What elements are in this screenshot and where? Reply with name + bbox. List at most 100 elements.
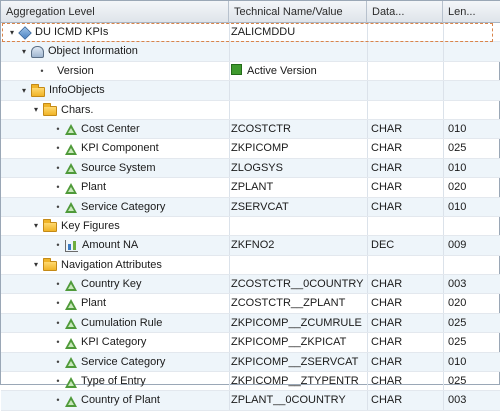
column-divider xyxy=(229,61,230,81)
row-label: Type of Entry xyxy=(81,375,146,388)
characteristic-icon xyxy=(65,143,77,155)
tree-row[interactable]: • KPI Component ZKPICOMP CHAR 025 xyxy=(1,139,500,159)
data-type-value xyxy=(371,42,443,61)
tree-row[interactable]: • Plant ZCOSTCTR__ZPLANT CHAR 020 xyxy=(1,294,500,314)
characteristic-icon xyxy=(65,202,77,214)
expand-arrow-icon[interactable]: ▾ xyxy=(31,260,41,270)
column-divider xyxy=(229,42,230,61)
column-divider xyxy=(443,100,444,119)
data-type-value xyxy=(371,62,443,81)
column-header-length[interactable]: Len... xyxy=(443,1,500,23)
column-divider xyxy=(443,61,444,81)
column-divider xyxy=(229,100,230,119)
column-divider xyxy=(367,23,368,42)
column-divider xyxy=(367,236,368,255)
tree-row[interactable]: • Country of Plant ZPLANT__0COUNTRY CHAR 003 xyxy=(1,391,500,411)
tree-row[interactable]: • Source System ZLOGSYS CHAR 010 xyxy=(1,158,500,179)
column-divider xyxy=(443,216,444,236)
expand-arrow-icon[interactable]: ▾ xyxy=(31,221,41,231)
tree-row[interactable]: ▾ Navigation Attributes xyxy=(1,255,500,276)
column-divider xyxy=(229,372,230,391)
length-value xyxy=(448,101,500,120)
object-information-icon xyxy=(31,45,44,58)
expand-arrow-icon[interactable]: ▾ xyxy=(19,86,29,96)
column-header-technical-name[interactable]: Technical Name/Value xyxy=(229,1,367,23)
technical-name-value: ZKFNO2 xyxy=(231,239,275,252)
length-value xyxy=(448,23,500,42)
tree-row[interactable]: • Cost Center ZCOSTCTR CHAR 010 xyxy=(1,119,500,140)
column-divider xyxy=(443,139,444,158)
leaf-bullet-icon: • xyxy=(56,317,60,328)
key-figure-icon xyxy=(65,239,78,252)
column-divider xyxy=(367,216,368,236)
column-divider xyxy=(443,42,444,61)
tree-row[interactable]: ▾ Chars. xyxy=(1,100,500,120)
column-divider xyxy=(367,158,368,178)
column-divider xyxy=(229,197,230,216)
technical-name-value: ZCOSTCTR xyxy=(231,122,291,135)
column-divider xyxy=(229,139,230,158)
data-type-value xyxy=(371,217,443,236)
data-type-value: CHAR xyxy=(371,394,403,407)
tree-row[interactable]: ▾ InfoObjects xyxy=(1,81,500,101)
length-value: 010 xyxy=(448,200,467,213)
technical-name-value: ZSERVCAT xyxy=(231,200,289,213)
length-value: 020 xyxy=(448,181,467,194)
technical-name-value: ZALICMDDU xyxy=(231,26,296,38)
data-type-value: CHAR xyxy=(371,122,403,135)
column-header-aggregation-level[interactable]: Aggregation Level xyxy=(1,1,229,23)
leaf-bullet-icon: • xyxy=(56,395,60,406)
data-type-value: CHAR xyxy=(371,297,403,310)
tree-row[interactable]: • Cumulation Rule ZKPICOMP__ZCUMRULE CHAR 02… xyxy=(1,313,500,334)
column-divider xyxy=(367,178,368,197)
row-label: Service Category xyxy=(81,355,166,368)
expand-arrow-icon[interactable]: ▾ xyxy=(31,105,41,115)
column-divider xyxy=(229,23,230,42)
tree-row[interactable]: • Country Key ZCOSTCTR__0COUNTRY CHAR 003 xyxy=(1,275,500,295)
column-divider xyxy=(443,352,444,372)
column-divider xyxy=(229,275,230,294)
aggregation-tree: Aggregation Level Technical Name/Value D… xyxy=(0,0,500,411)
technical-name-value: ZCOSTCTR__0COUNTRY xyxy=(231,278,364,291)
tree-row[interactable]: • Amount NA ZKFNO2 DEC 009 xyxy=(1,236,500,256)
length-value: 003 xyxy=(448,278,467,291)
technical-name-value: ZKPICOMP__ZCUMRULE xyxy=(231,316,362,329)
column-divider xyxy=(367,294,368,313)
column-divider xyxy=(443,236,444,255)
characteristic-icon xyxy=(65,298,77,310)
row-label: KPI Component xyxy=(81,142,159,155)
column-divider xyxy=(367,81,368,100)
characteristic-icon xyxy=(65,182,77,194)
column-divider xyxy=(367,275,368,294)
characteristic-icon xyxy=(65,337,77,349)
tree-row[interactable]: • Service Category ZKPICOMP__ZSERVCAT CHAR 0… xyxy=(1,352,500,373)
data-type-value: DEC xyxy=(371,239,395,252)
length-value xyxy=(448,256,500,275)
tree-row[interactable]: • Plant ZPLANT CHAR 020 xyxy=(1,178,500,198)
expand-arrow-icon[interactable]: ▾ xyxy=(19,47,29,57)
column-divider xyxy=(443,178,444,197)
folder-icon xyxy=(31,83,45,97)
length-value: 025 xyxy=(448,375,467,388)
length-value: 025 xyxy=(448,142,467,155)
tree-row[interactable]: • KPI Category ZKPICOMP__ZKPICAT CHAR 025 xyxy=(1,333,500,353)
row-label: InfoObjects xyxy=(49,84,105,97)
tree-row[interactable]: ▾ Object Information xyxy=(1,42,500,62)
column-divider xyxy=(229,294,230,313)
row-label: Cost Center xyxy=(81,122,140,135)
folder-icon xyxy=(43,219,57,233)
folder-icon xyxy=(43,258,57,272)
length-value: 010 xyxy=(448,122,467,135)
leaf-bullet-icon: • xyxy=(56,162,60,173)
tree-row[interactable]: • Version Active Version xyxy=(1,61,500,82)
column-divider xyxy=(367,61,368,81)
tree-row[interactable]: • Type of Entry ZKPICOMP__ZTYPENTR CHAR 025 xyxy=(1,372,500,392)
row-label: Plant xyxy=(81,297,107,310)
tree-row[interactable]: ▾ DU ICMD KPIs ZALICMDDU xyxy=(1,23,500,43)
tree-row[interactable]: ▾ Key Figures xyxy=(1,216,500,237)
tree-row[interactable]: • Service Category ZSERVCAT CHAR 010 xyxy=(1,197,500,217)
expand-arrow-icon[interactable]: ▾ xyxy=(7,28,17,38)
characteristic-icon xyxy=(65,279,77,291)
column-divider xyxy=(367,352,368,372)
column-header-data-type[interactable]: Data... xyxy=(367,1,443,23)
